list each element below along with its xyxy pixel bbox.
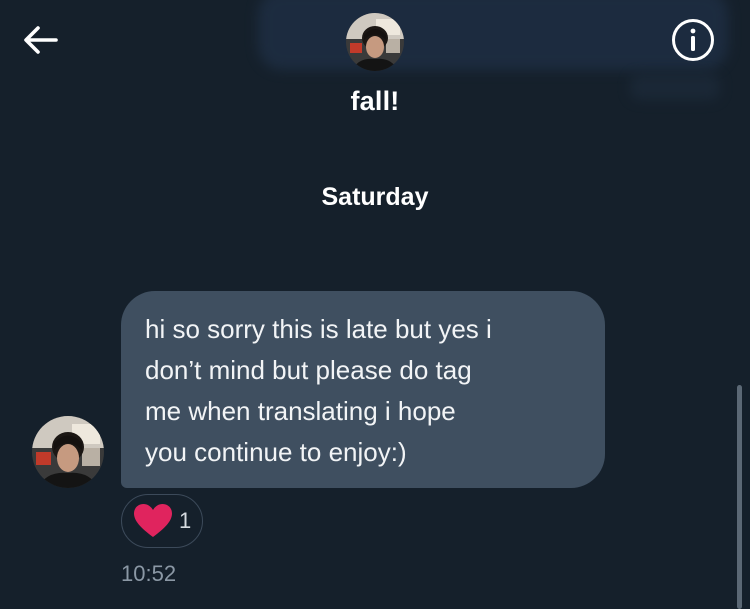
- reaction-button[interactable]: 1: [121, 494, 203, 548]
- sender-avatar[interactable]: [32, 416, 104, 488]
- day-divider: Saturday: [321, 183, 429, 211]
- reaction-count: 1: [179, 508, 192, 533]
- heart-icon: [134, 504, 172, 537]
- arrow-left-icon: [24, 26, 58, 54]
- info-button[interactable]: [671, 18, 715, 62]
- back-button[interactable]: [18, 20, 62, 60]
- message-bubble[interactable]: hi so sorry this is late but yes i don’t…: [121, 291, 605, 488]
- message-timestamp: 10:52: [121, 561, 177, 586]
- chat-title: fall!: [350, 86, 400, 116]
- scrollbar[interactable]: [737, 385, 742, 609]
- message-text: hi so sorry this is late but yes i don’t…: [145, 314, 492, 467]
- blurred-background-overlay: [258, 0, 728, 70]
- conversation-avatar[interactable]: [346, 13, 404, 71]
- info-circle-icon: [672, 19, 714, 61]
